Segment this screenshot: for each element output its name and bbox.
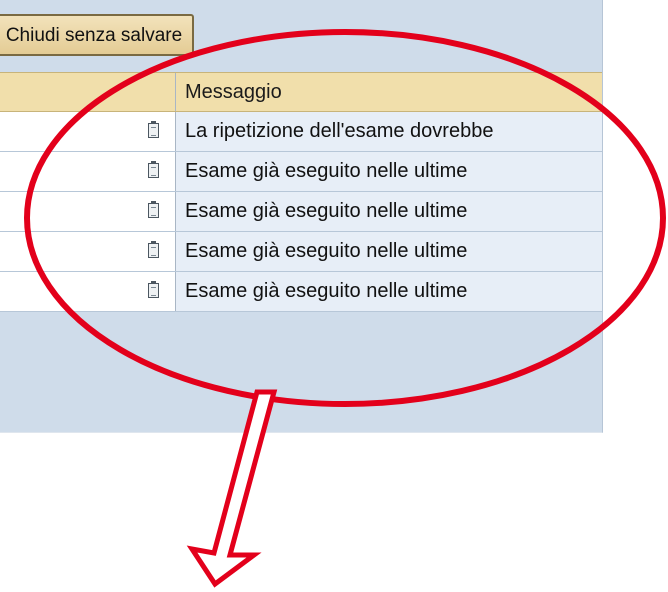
highlight-ellipse — [24, 29, 666, 407]
red-annotation-overlay — [24, 29, 666, 588]
arrow-down-icon — [186, 389, 278, 588]
